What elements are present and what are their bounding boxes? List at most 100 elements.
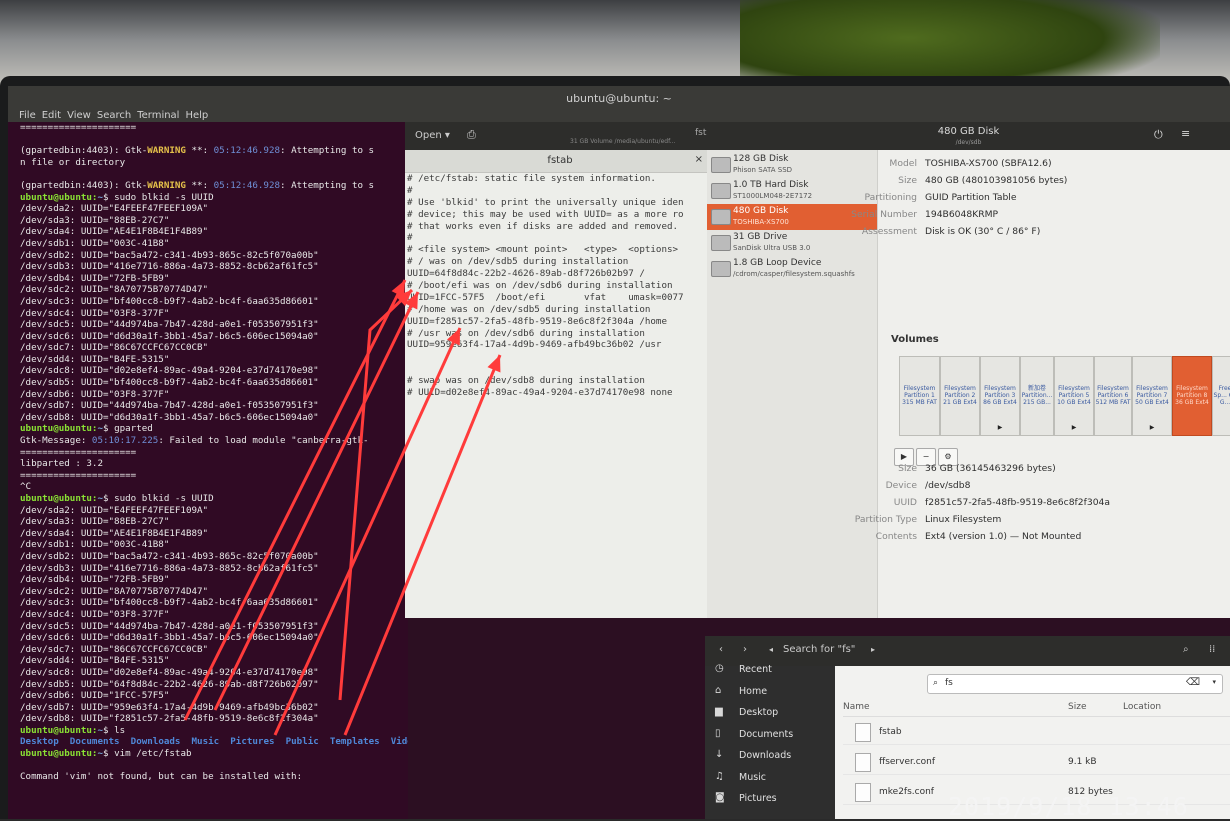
info-row: Partition Type Linux Filesystem [807,514,1147,526]
sidebar-item-label: Desktop [739,707,779,718]
volume-label: Filesystem Partition 2 21 GB Ext4 [943,385,977,406]
info-row: Partitioning GUID Partition Table [807,192,1147,204]
drive-item[interactable]: 1.8 GB Loop Device/cdrom/casper/filesyst… [707,256,877,282]
menu-icon[interactable]: ≡ [1181,127,1190,140]
fstab-line: # [407,184,413,196]
path-left-icon[interactable]: ◂ [769,645,773,654]
terminal-line: /dev/sdb7: UUID="959e63f4-17a4-4d9b-9469… [20,702,408,714]
tab-fstab[interactable]: fstab × [405,150,715,173]
menu-item-help[interactable]: Help [185,110,208,121]
terminal-text: $ gparted [103,423,153,435]
terminal-text: /dev/sdc6: UUID="d6d30a1f-3bb1-45a7-b6c5… [20,330,319,342]
clear-icon[interactable]: ⌫ [1186,677,1200,688]
chevron-down-icon[interactable]: ▾ [1212,678,1216,686]
menu-item-search[interactable]: Search [97,110,131,121]
forward-icon[interactable]: › [743,644,747,655]
terminal-text: WARNING [147,179,186,191]
sidebar-item-documents[interactable]: ▯ Documents [705,725,835,745]
terminal-line: /dev/sdb4: UUID="72FB-5FB9" [20,574,408,586]
terminal-line: /dev/sdc5: UUID="44d974ba-7b47-428d-a0e1… [20,621,408,633]
gedit-header: Open ▾ ⎙ fst 31 GB Volume /media/ubuntu/… [405,122,715,150]
disks-header: 480 GB Disk /dev/sdb ⏻ ≡ [707,122,1230,150]
terminal-line: ===================== [20,470,408,482]
terminal-text: /dev/sdb2: UUID="bac5a472-c341-4b93-865c… [20,550,319,562]
volume-partition[interactable]: Filesystem Partition 2 21 GB Ext4 [940,356,980,436]
volume-partition[interactable]: Filesystem Partition 3 86 GB Ext4 ▶ [980,356,1020,436]
volume-partition[interactable]: Free Sp... 61 G... [1212,356,1230,436]
path-right-icon[interactable]: ▸ [871,645,875,654]
terminal-line: /dev/sdb2: UUID="bac5a472-c341-4b93-865c… [20,551,408,563]
fstab-line: # /etc/fstab: static file system informa… [407,173,656,184]
fstab-line: # /home was on /dev/sdb5 during installa… [407,303,651,315]
sidebar-item-desktop[interactable]: ▆ Desktop [705,703,835,723]
sidebar-item-pictures[interactable]: ◙ Pictures [705,789,835,809]
terminal-text: Command 'vim' not found, but can be inst… [20,771,303,783]
open-button[interactable]: Open ▾ [415,130,450,141]
info-row: Size 36 GB (36145463296 bytes) [807,463,1147,475]
terminal-text: /dev/sdc4: UUID="03F8-377F" [20,307,170,319]
terminal-line: /dev/sdb6: UUID="1FCC-57F5" [20,690,408,702]
volume-label: Filesystem Partition 7 50 GB Ext4 [1135,385,1169,406]
menu-item-view[interactable]: View [67,110,91,121]
info-key: Assessment [861,226,917,237]
terminal-line: /dev/sdc7: UUID="86C67CCFC67CC0CB" [20,644,408,656]
terminal-line: n file or directory [20,157,408,169]
grid-icon[interactable]: ⁞⁞ [1209,644,1215,655]
terminal-line: /dev/sdb1: UUID="003C-41B8" [20,238,408,250]
save-icon[interactable]: ⎙ [467,128,476,142]
volume-partition[interactable]: Filesystem Partition 1 315 MB FAT [899,356,940,436]
info-value: TOSHIBA-XS700 (SBFA12.6) [925,158,1052,169]
sidebar-item-home[interactable]: ⌂ Home [705,682,835,702]
sidebar-item-music[interactable]: ♫ Music [705,768,835,788]
close-icon[interactable]: × [695,154,703,165]
volume-label: Filesystem Partition 6 512 MB FAT [1095,385,1131,406]
search-input[interactable]: ⌕ fs ⌫ ▾ [927,674,1223,694]
terminal-window[interactable]: ===================== (gpartedbin:4403): … [8,122,408,819]
volume-partition[interactable]: Filesystem Partition 5 10 GB Ext4 ▶ [1054,356,1094,436]
terminal-text: /dev/sdc3: UUID="bf400cc8-b9f7-4ab2-bc4f… [20,597,319,609]
drive-subtitle: ST1000LM048-2E7172 [733,192,813,200]
drive-name: 480 GB Disk [733,206,789,216]
terminal-line: ubuntu@ubuntu:~$ sudo blkid -s UUID [20,493,408,505]
file-icon [855,783,871,802]
sidebar-item-downloads[interactable]: ↓ Downloads [705,746,835,766]
volume-label: 新加卷 Partition... 215 GB... [1021,385,1053,406]
file-row[interactable]: ffserver.conf 9.1 kB [843,750,1230,775]
terminal-line: /dev/sdc5: UUID="44d974ba-7b47-428d-a0e1… [20,319,408,331]
disks-subtitle: /dev/sdb [955,139,982,146]
sidebar-item-label: Music [739,771,767,783]
fstab-line: # UUID=d02e8ef4-89ac-49a4-9204-e37d74170… [407,387,673,399]
sidebar-item-recent[interactable]: ◷ Recent [705,660,835,680]
volume-partition[interactable]: 新加卷 Partition... 215 GB... [1020,356,1054,436]
terminal-text: : Failed to load module "canberra-gtk- [158,435,369,447]
terminal-line: /dev/sdb5: UUID="64f8d84c-22b2-4626-89ab… [20,679,408,691]
terminal-text: /dev/sdb5: UUID="bf400cc8-b9f7-4ab2-bc4f… [20,377,319,389]
menu-item-file[interactable]: File [19,110,36,121]
fstab-line [407,363,717,375]
screen: ubuntu@ubuntu: ~ File Edit View Search Termi… [8,86,1230,819]
terminal-text: /dev/sdb1: UUID="003C-41B8" [20,237,170,249]
volume-partition[interactable]: Filesystem Partition 7 50 GB Ext4 ▶ [1132,356,1172,436]
terminal-text: ===================== [20,446,137,458]
sidebar-item-label: Documents [739,728,794,740]
power-icon[interactable]: ⏻ [1154,128,1163,142]
terminal-text: /dev/sdb6: UUID="1FCC-57F5" [20,690,170,702]
file-name: mke2fs.conf [879,787,934,797]
triangle-icon: ▶ [997,424,1003,431]
file-name: ffserver.conf [879,757,936,767]
menu-item-edit[interactable]: Edit [42,110,61,121]
column-size[interactable]: Size [1068,702,1086,712]
info-row: UUID f2851c57-2fa5-48fb-9519-8e6c8f2f304a [807,497,1147,509]
search-icon[interactable]: ⌕ [1183,644,1189,655]
column-location[interactable]: Location [1123,702,1161,712]
menu-item-terminal[interactable]: Terminal [137,110,179,121]
back-icon[interactable]: ‹ [719,644,723,655]
volume-partition[interactable]: Filesystem Partition 8 36 GB Ext4 [1172,356,1212,436]
column-name[interactable]: Name [843,702,870,712]
drive-subtitle: TOSHIBA-XS700 [733,218,789,226]
file-row[interactable]: fstab [843,720,1230,745]
gedit-window: Open ▾ ⎙ fst 31 GB Volume /media/ubuntu/… [405,122,715,618]
text-editor[interactable]: # /etc/fstab: static file system informa… [405,173,717,399]
terminal-text: ubuntu@ubuntu: [20,191,98,203]
volume-partition[interactable]: Filesystem Partition 6 512 MB FAT [1094,356,1132,436]
